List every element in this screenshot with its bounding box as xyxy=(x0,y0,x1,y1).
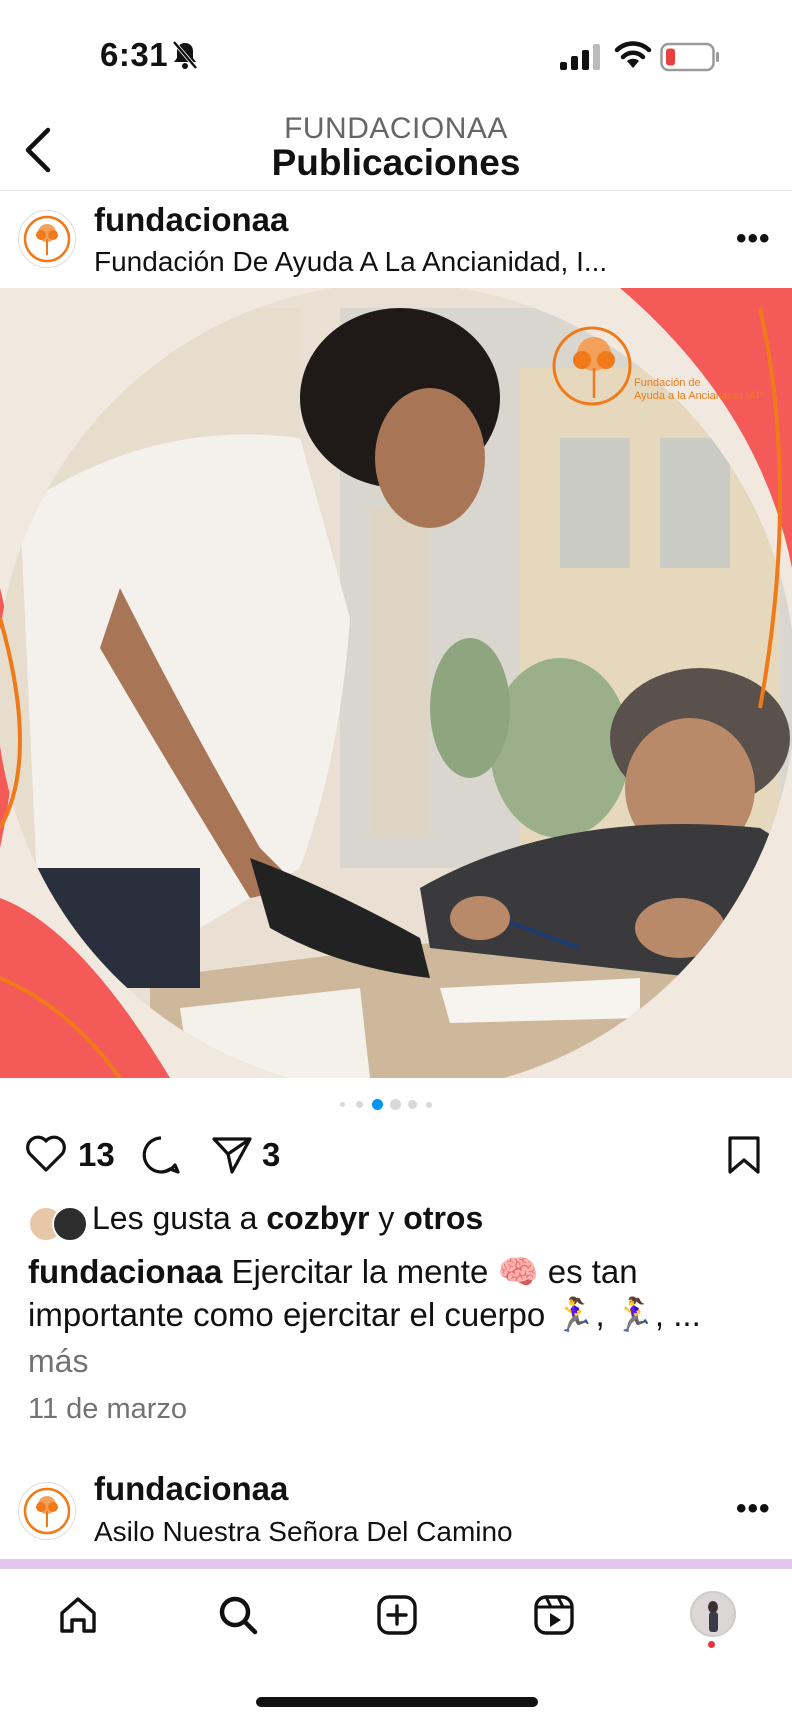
battery-low-icon xyxy=(660,42,719,72)
likes-prefix: Les gusta a xyxy=(92,1200,258,1236)
next-post-avatar[interactable] xyxy=(18,1482,76,1540)
carousel-dot xyxy=(356,1101,363,1108)
image-logo-line2: Ayuda a la Ancianidad IAP xyxy=(634,390,763,402)
image-logo-line1: Fundación de xyxy=(634,377,701,389)
liker-avatar xyxy=(52,1206,88,1242)
likes-user[interactable]: cozbyr xyxy=(266,1200,369,1236)
caption-username[interactable]: fundacionaa xyxy=(28,1253,222,1290)
profile-avatar[interactable] xyxy=(690,1591,736,1637)
like-heart-icon[interactable] xyxy=(24,1134,68,1174)
carousel-dot-active xyxy=(372,1099,383,1110)
reels-icon[interactable] xyxy=(532,1593,576,1637)
carousel-dot xyxy=(408,1100,417,1109)
search-icon[interactable] xyxy=(216,1593,260,1637)
create-icon[interactable] xyxy=(375,1593,419,1637)
profile-username-subtitle: FUNDACIONAA xyxy=(284,112,508,145)
notification-dot xyxy=(708,1641,715,1648)
signal-icon xyxy=(560,44,600,70)
likes-conj: y xyxy=(378,1200,395,1236)
post-image[interactable]: Fundación de Ayuda a la Ancianidad IAP xyxy=(0,288,792,1078)
wifi-icon xyxy=(614,41,652,68)
next-post-location[interactable]: Asilo Nuestra Señora Del Camino xyxy=(94,1516,513,1548)
likes-count[interactable]: 13 xyxy=(78,1136,115,1174)
next-post-more-options-icon[interactable]: ••• xyxy=(736,1492,771,1526)
header-divider xyxy=(0,190,792,191)
carousel-dot xyxy=(390,1099,401,1110)
profile-photo xyxy=(692,1593,734,1635)
status-time: 6:31 xyxy=(100,36,169,73)
photo-volunteer-elderly: Fundación de Ayuda a la Ancianidad IAP xyxy=(0,288,792,1078)
more-options-icon[interactable]: ••• xyxy=(736,222,771,256)
post-avatar[interactable] xyxy=(18,210,76,268)
home-indicator xyxy=(256,1697,538,1707)
carousel-indicator xyxy=(336,1098,456,1112)
post-location[interactable]: Fundación De Ayuda A La Ancianidad, I... xyxy=(94,246,607,278)
next-post-image-edge xyxy=(0,1559,792,1569)
next-post-username[interactable]: fundacionaa xyxy=(94,1470,288,1508)
foundation-logo-icon xyxy=(23,1487,71,1535)
share-send-icon[interactable] xyxy=(210,1134,254,1176)
likes-summary[interactable]: Les gusta a cozbyr y otros xyxy=(92,1200,483,1237)
caption-more-link[interactable]: más xyxy=(28,1343,88,1380)
foundation-logo-icon xyxy=(23,215,71,263)
comment-icon[interactable] xyxy=(140,1134,182,1176)
carousel-dot xyxy=(340,1102,345,1107)
post-username[interactable]: fundacionaa xyxy=(94,201,288,239)
post-date: 11 de marzo xyxy=(28,1393,188,1425)
liker-avatars[interactable] xyxy=(28,1206,88,1242)
likes-others[interactable]: otros xyxy=(403,1200,483,1236)
page-title: Publicaciones xyxy=(271,142,521,183)
bookmark-icon[interactable] xyxy=(726,1134,762,1176)
shares-count[interactable]: 3 xyxy=(262,1136,280,1174)
home-icon[interactable] xyxy=(56,1593,100,1637)
bell-slash-icon xyxy=(172,40,198,70)
post-caption: fundacionaa Ejercitar la mente 🧠 es tan … xyxy=(28,1250,748,1336)
carousel-dot xyxy=(426,1102,432,1108)
